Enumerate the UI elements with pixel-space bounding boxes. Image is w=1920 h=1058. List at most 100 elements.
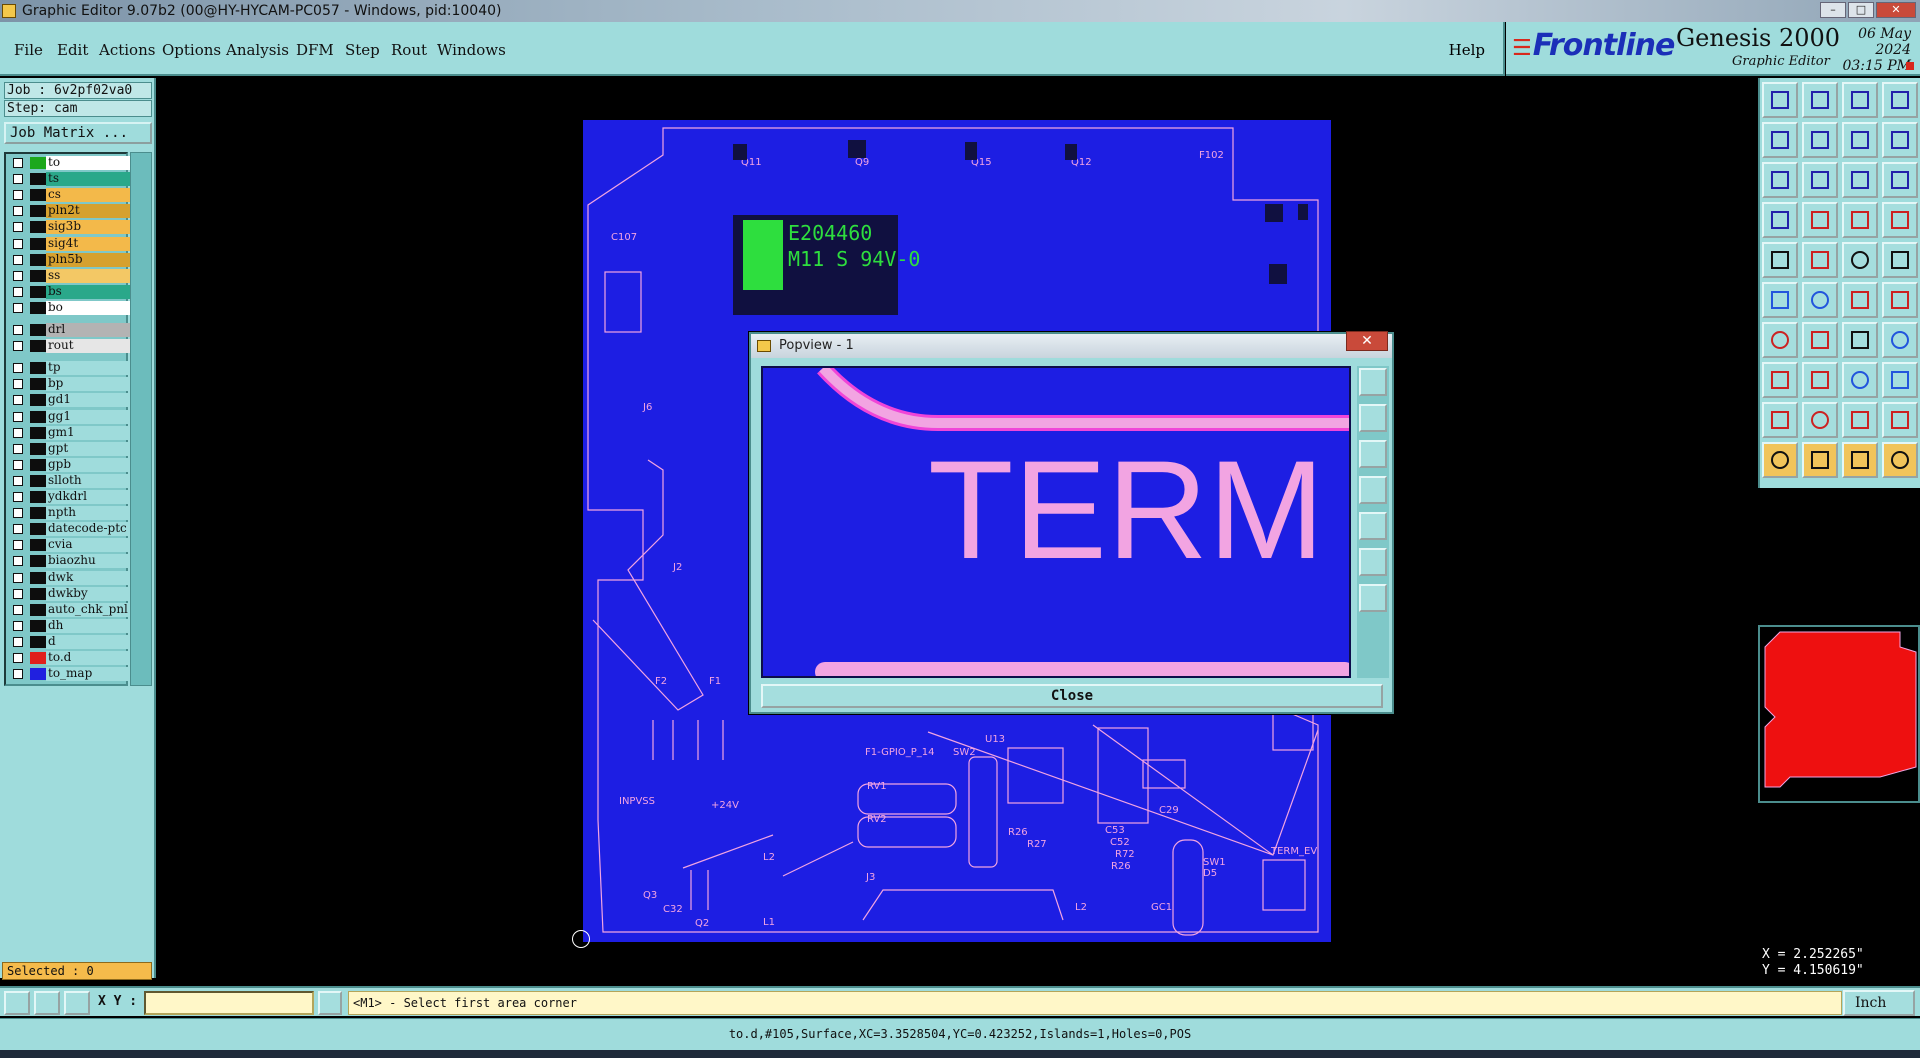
layer-name[interactable]: to: [46, 156, 130, 170]
layer-checkbox[interactable]: [13, 379, 23, 390]
layer-name[interactable]: slloth: [46, 473, 130, 488]
layer-row[interactable]: bs: [8, 284, 130, 299]
tool-disconnect-button[interactable]: [1882, 282, 1918, 318]
layer-name[interactable]: drl: [46, 323, 130, 337]
layer-checkbox[interactable]: [13, 427, 23, 438]
layer-checkbox[interactable]: [13, 270, 23, 281]
tool-pad-button[interactable]: [1802, 202, 1838, 238]
layer-row[interactable]: rout: [8, 339, 130, 354]
layer-row[interactable]: sig3b: [8, 220, 130, 235]
layer-row[interactable]: sig4t: [8, 236, 130, 251]
layer-row[interactable]: bp: [8, 377, 130, 392]
layer-name[interactable]: tp: [46, 361, 130, 376]
layer-checkbox[interactable]: [13, 325, 23, 335]
layer-checkbox[interactable]: [13, 540, 23, 551]
popview-close-button[interactable]: Close: [761, 684, 1383, 708]
layer-name[interactable]: bp: [46, 377, 130, 392]
tool-add-pad-button[interactable]: [1762, 362, 1798, 398]
angle-button[interactable]: [34, 991, 60, 1015]
layer-name[interactable]: dh: [46, 618, 130, 633]
popview-canvas[interactable]: TERM: [761, 366, 1351, 678]
popview-pan-button[interactable]: [1359, 512, 1387, 540]
tool-left-button[interactable]: [1762, 122, 1798, 158]
tool-cross-button[interactable]: [1802, 282, 1838, 318]
layer-checkbox[interactable]: [13, 443, 23, 454]
layer-name[interactable]: npth: [46, 506, 130, 521]
layer-name[interactable]: datecode-ptc: [46, 522, 130, 537]
tool-feature-button[interactable]: [1882, 322, 1918, 358]
layer-checkbox[interactable]: [13, 604, 23, 615]
layer-name[interactable]: ts: [46, 172, 130, 187]
tool-layout-button[interactable]: [1882, 82, 1918, 118]
layer-checkbox[interactable]: [13, 669, 23, 680]
layer-name[interactable]: cvia: [46, 538, 130, 553]
menu-rout[interactable]: Rout: [391, 41, 427, 59]
layer-name[interactable]: to.d: [46, 651, 130, 665]
layer-row[interactable]: gm1: [8, 425, 130, 440]
layer-checkbox[interactable]: [13, 588, 23, 599]
layer-row[interactable]: to: [8, 156, 130, 170]
tool-pointer2-button[interactable]: [1802, 442, 1838, 478]
layer-row[interactable]: biaozhu: [8, 554, 130, 569]
tool-bracket-button[interactable]: [1842, 362, 1878, 398]
layer-checkbox[interactable]: [13, 475, 23, 486]
layer-name[interactable]: bo: [46, 300, 130, 315]
tool-line-button[interactable]: [1762, 322, 1798, 358]
tool-pointer-button[interactable]: [1762, 442, 1798, 478]
layer-name[interactable]: pln2t: [46, 204, 130, 219]
layer-row[interactable]: gpt: [8, 441, 130, 456]
layer-row[interactable]: npth: [8, 506, 130, 521]
menu-edit[interactable]: Edit: [57, 41, 88, 59]
maximize-button[interactable]: □: [1848, 2, 1874, 18]
menu-actions[interactable]: Actions: [99, 41, 155, 59]
menu-help[interactable]: Help: [1449, 41, 1485, 59]
layer-row[interactable]: gg1: [8, 409, 130, 424]
tool-home-button[interactable]: [1842, 82, 1878, 118]
popview-zoom-out-button[interactable]: [1359, 440, 1387, 468]
layer-row[interactable]: dwkby: [8, 586, 130, 601]
layer-name[interactable]: ydkdrl: [46, 490, 130, 504]
menu-options[interactable]: Options: [162, 41, 221, 59]
layer-row[interactable]: gd1: [8, 393, 130, 408]
popview-zoom-in-button[interactable]: [1359, 404, 1387, 432]
tool-grid-sel-button[interactable]: [1882, 362, 1918, 398]
tool-save-button[interactable]: [1802, 82, 1838, 118]
layer-name[interactable]: sig3b: [46, 220, 130, 235]
tool-fit-button[interactable]: [1762, 162, 1798, 198]
layer-checkbox[interactable]: [13, 653, 23, 663]
layer-checkbox[interactable]: [13, 459, 23, 470]
layer-row[interactable]: datecode-ptc: [8, 522, 130, 537]
layer-name[interactable]: gm1: [46, 425, 130, 440]
layer-checkbox[interactable]: [13, 286, 23, 297]
tool-slash-button[interactable]: [1802, 322, 1838, 358]
layer-checkbox[interactable]: [13, 363, 23, 374]
layer-row[interactable]: cvia: [8, 538, 130, 553]
tool-pointer3-button[interactable]: [1842, 442, 1878, 478]
layer-row[interactable]: auto_chk_pnl: [8, 602, 130, 617]
layer-row[interactable]: ss: [8, 268, 130, 283]
popview-zoom-home-button[interactable]: [1359, 368, 1387, 396]
snap-button[interactable]: [4, 991, 30, 1015]
tool-ruler-button[interactable]: [1842, 242, 1878, 278]
popview-title-bar[interactable]: Popview - 1 ✕: [751, 331, 1392, 358]
menu-analysis[interactable]: Analysis: [226, 41, 289, 59]
layer-name[interactable]: gpb: [46, 457, 130, 472]
layer-checkbox[interactable]: [13, 524, 23, 535]
layer-name[interactable]: auto_chk_pnl: [46, 602, 130, 617]
layer-checkbox[interactable]: [13, 174, 23, 185]
tool-rotate-button[interactable]: [1842, 322, 1878, 358]
tool-pointer-net-button[interactable]: [1882, 442, 1918, 478]
layer-row[interactable]: pln2t: [8, 204, 130, 219]
minimap[interactable]: [1758, 625, 1920, 803]
layer-name[interactable]: to_map: [46, 667, 130, 682]
tool-scale-button[interactable]: [1842, 162, 1878, 198]
tool-edit-profile-button[interactable]: [1802, 242, 1838, 278]
job-matrix-button[interactable]: Job Matrix ...: [4, 122, 152, 144]
layer-name[interactable]: dwk: [46, 570, 130, 585]
tool-move-button[interactable]: [1762, 202, 1798, 238]
tool-minus-button[interactable]: [1802, 362, 1838, 398]
layer-row[interactable]: bo: [8, 300, 130, 315]
layer-row[interactable]: to_map: [8, 667, 130, 682]
tool-open-button[interactable]: [1762, 82, 1798, 118]
menu-file[interactable]: File: [14, 41, 43, 59]
